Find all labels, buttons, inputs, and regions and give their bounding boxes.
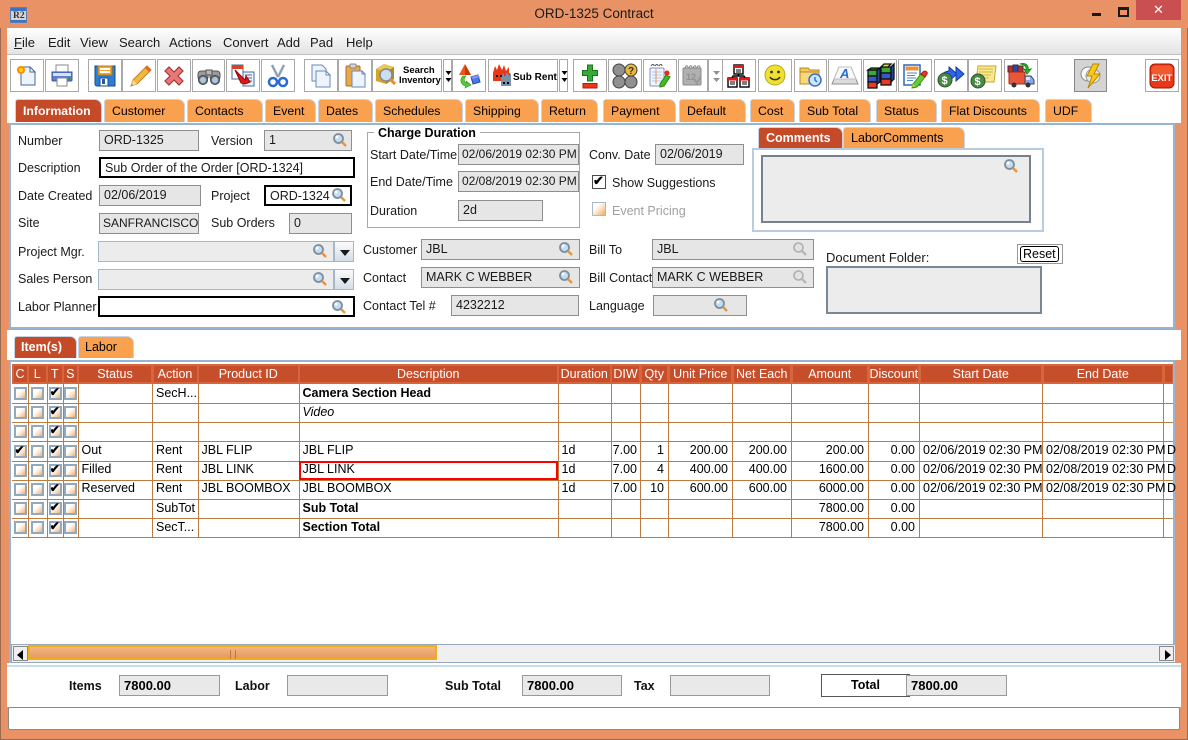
svg-text:Sub Rent: Sub Rent bbox=[513, 72, 557, 83]
svg-text:EXIT: EXIT bbox=[1151, 73, 1172, 84]
svg-text:Inventory: Inventory bbox=[399, 75, 441, 85]
svg-text:$: $ bbox=[942, 75, 948, 87]
svg-text:?: ? bbox=[628, 66, 634, 77]
svg-text:$: $ bbox=[975, 76, 981, 88]
svg-text:A: A bbox=[839, 66, 849, 81]
